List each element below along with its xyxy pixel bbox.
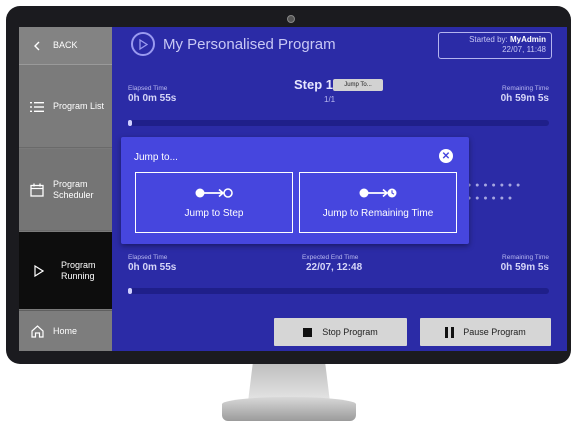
arrow-to-clock-icon (358, 187, 398, 202)
back-button[interactable]: BACK (19, 27, 112, 65)
started-time: 22/07, 11:48 (502, 45, 546, 54)
stop-program-button[interactable]: Stop Program (274, 318, 407, 346)
jump-to-button[interactable]: Jump To... (333, 79, 383, 91)
close-icon[interactable]: ✕ (439, 149, 453, 163)
program-running-line2: Running (61, 270, 95, 281)
step-elapsed-label: Elapsed Time (128, 85, 168, 92)
program-running-line1: Program (61, 259, 96, 270)
pause-icon (445, 326, 455, 338)
program-list-label: Program List (53, 101, 105, 111)
started-by-user: MyAdmin (510, 35, 546, 44)
play-circle-icon (131, 32, 155, 56)
sidebar-item-home[interactable]: Home (19, 310, 112, 351)
step-title: Step 1 (294, 77, 334, 92)
program-remaining-label: Remaining Time (502, 254, 549, 261)
expected-end-value: 22/07, 12:48 (306, 262, 363, 273)
program-scheduler-label: Program Scheduler (53, 179, 94, 201)
program-running-label: Program Running (61, 260, 96, 282)
screen: BACK Program List Program Scheduler Prog… (19, 27, 567, 351)
pause-program-label: Pause Program (463, 327, 526, 337)
dialog-title: Jump to... (134, 152, 178, 163)
step-remaining-label: Remaining Time (502, 85, 549, 92)
step-elapsed-value: 0h 0m 55s (128, 93, 177, 104)
stop-program-label: Stop Program (322, 327, 378, 337)
program-scheduler-line1: Program (53, 178, 88, 189)
program-remaining-value: 0h 59m 5s (500, 262, 549, 273)
home-label: Home (53, 325, 78, 336)
jump-to-remaining-time-label: Jump to Remaining Time (322, 207, 434, 219)
sidebar-item-program-running[interactable]: Program Running (19, 232, 112, 309)
jump-to-dialog: Jump to... ✕ Jump to Step Jump to Remain… (121, 137, 469, 244)
program-scheduler-line2: Scheduler (53, 189, 94, 200)
jump-to-step-option[interactable]: Jump to Step (135, 172, 293, 233)
calendar-icon (29, 182, 45, 198)
jump-to-step-label: Jump to Step (184, 207, 244, 219)
sidebar-item-program-scheduler[interactable]: Program Scheduler (19, 149, 112, 231)
monitor-stand-neck (248, 362, 330, 402)
program-progress-bar (128, 288, 549, 294)
program-elapsed-value: 0h 0m 55s (128, 262, 177, 273)
step-progress-fill (128, 120, 133, 126)
stop-icon (303, 327, 313, 337)
started-by-badge: Started by: MyAdmin 22/07, 11:48 (438, 32, 552, 59)
step-count: 1/1 (324, 95, 336, 104)
sidebar-item-program-list[interactable]: Program List (19, 66, 112, 148)
chevron-left-icon (29, 38, 45, 54)
step-progress-bar (128, 120, 549, 126)
program-progress-fill (128, 288, 133, 294)
step-remaining-value: 0h 59m 5s (500, 93, 549, 104)
pause-program-button[interactable]: Pause Program (420, 318, 551, 346)
program-title: My Personalised Program (163, 36, 336, 53)
home-icon (29, 323, 45, 339)
step-dots-row2: ● ● ● ● ● ● (467, 195, 514, 202)
step-dots-row1: ● ● ● ● ● ● ● (467, 182, 522, 189)
arrow-to-step-icon (194, 187, 234, 202)
jump-to-remaining-time-option[interactable]: Jump to Remaining Time (299, 172, 457, 233)
expected-end-label: Expected End Time (302, 254, 359, 261)
play-outline-icon (31, 263, 47, 279)
back-label: BACK (53, 40, 78, 50)
monitor-stand-base (222, 397, 356, 421)
webcam (287, 15, 295, 23)
sidebar: BACK Program List Program Scheduler Prog… (19, 27, 112, 351)
program-elapsed-label: Elapsed Time (128, 254, 168, 261)
started-by-label: Started by: (469, 35, 510, 44)
list-icon (29, 99, 45, 115)
